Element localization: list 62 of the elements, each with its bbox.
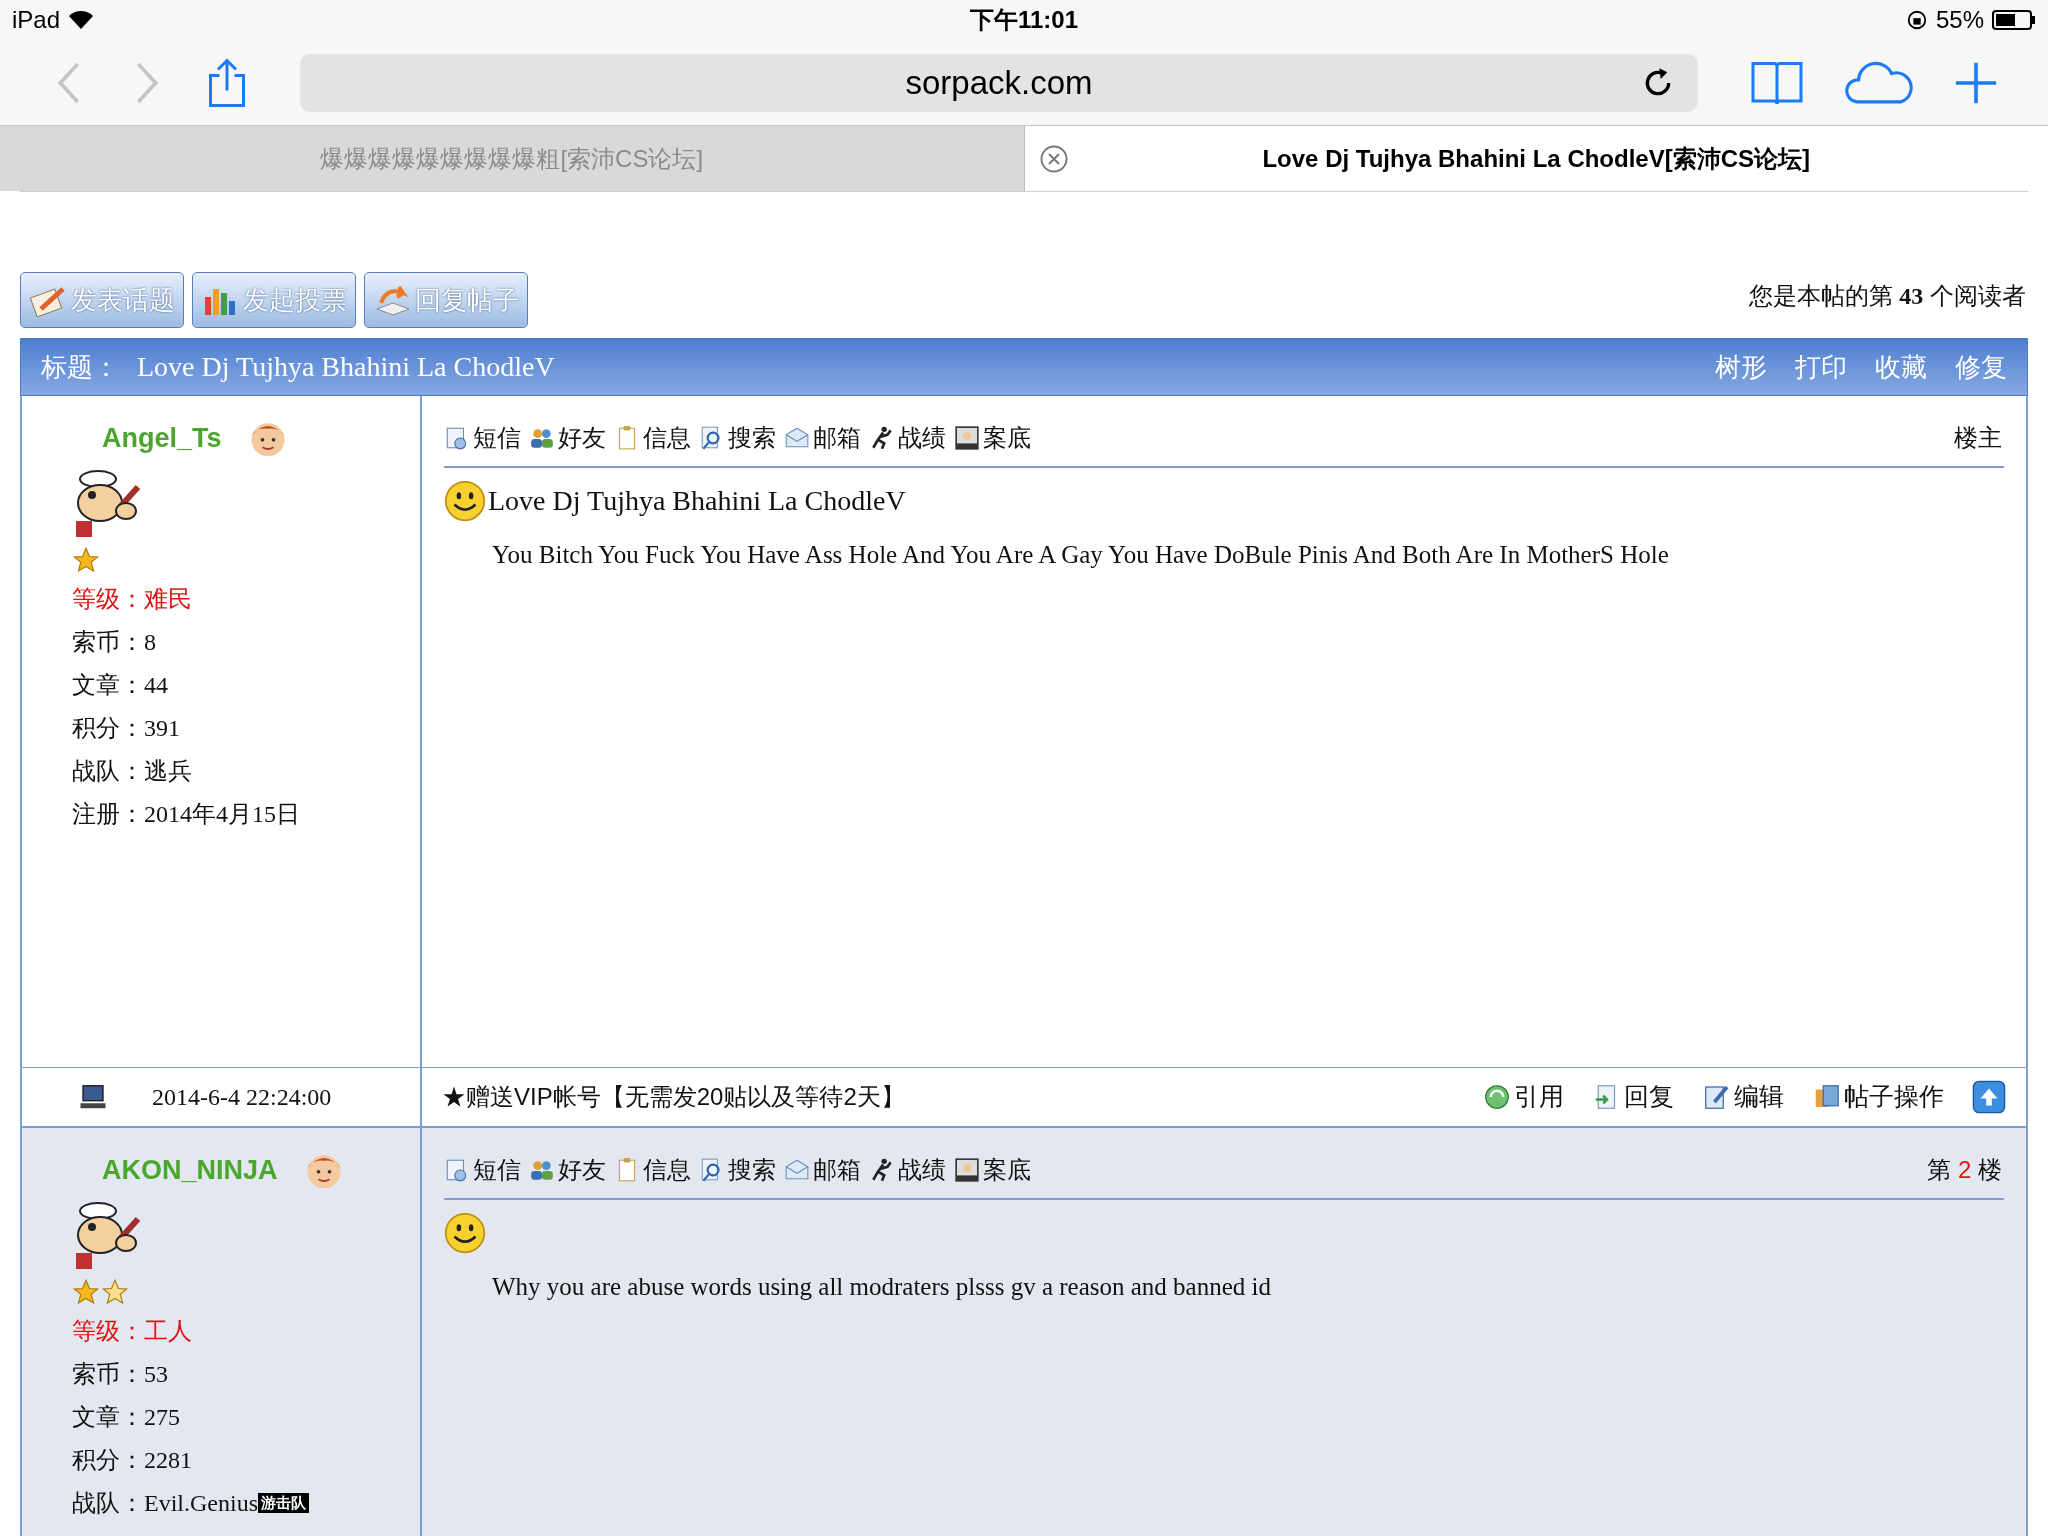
profile-tool-link[interactable]: 案底	[954, 420, 1031, 456]
device-name: iPad	[12, 5, 61, 35]
smiley-icon	[444, 1212, 486, 1254]
profile-tool-link[interactable]: 案底	[954, 1152, 1031, 1188]
profile-field: 积分：2281	[72, 1442, 192, 1478]
profile-field: 索币：53	[72, 1356, 168, 1392]
wifi-icon	[68, 10, 95, 30]
post-date: 2014-6-4 22:24:00	[152, 1083, 332, 1112]
post-action-link[interactable]: 帖子操作	[1812, 1078, 1944, 1116]
profile-tool-link[interactable]: 战绩	[869, 1152, 946, 1188]
profile-tool-link[interactable]: 好友	[529, 1152, 606, 1188]
rank-text: 等级：难民	[72, 584, 193, 614]
star-icon	[101, 1278, 129, 1306]
profile-tool-link[interactable]: 短信	[444, 420, 521, 456]
browser-tab[interactable]: Love Dj Tujhya Bhahini La ChodleV[索沛CS论坛]	[1024, 126, 2048, 191]
post-action-link[interactable]: 回复	[1592, 1078, 1674, 1116]
profile-tool-link[interactable]: 战绩	[869, 420, 946, 456]
profile-field: 文章：275	[72, 1399, 180, 1435]
star-icon	[72, 1278, 100, 1306]
floor-label: 楼主	[1954, 423, 2003, 453]
post-title: Love Dj Tujhya Bhahini La ChodleV	[488, 484, 906, 518]
running-figure-icon	[869, 425, 895, 451]
profile-tool-link[interactable]: 短信	[444, 1152, 521, 1188]
profile-tool-link[interactable]: 信息	[614, 420, 691, 456]
add-icon[interactable]	[1954, 60, 1998, 105]
address-bar[interactable]: sorpack.com	[300, 53, 1698, 112]
framed-portrait-icon	[954, 1157, 980, 1183]
scroll-top-icon[interactable]	[1972, 1080, 2006, 1114]
profile-tool-link[interactable]: 邮箱	[784, 420, 861, 456]
smiley-icon	[444, 480, 486, 522]
thread-title: 标题： Love Dj Tujhya Bhahini La ChodleV	[41, 350, 555, 384]
refresh-globe-icon	[1482, 1082, 1512, 1112]
profile-field: 战队：逃兵	[72, 753, 192, 789]
post-body: You Bitch You Fuck You Have Ass Hole And You Are A Gay You Have DoBule Pinis And Both Are In MotherS Hole	[491, 540, 1670, 570]
profile-tool-link[interactable]: 信息	[614, 1152, 691, 1188]
profile-field: 文章：44	[72, 667, 168, 703]
profile-tool-link[interactable]: 邮箱	[784, 1152, 861, 1188]
close-icon[interactable]	[1038, 143, 1069, 174]
share-icon[interactable]	[206, 56, 248, 109]
rotation-lock-icon	[1905, 9, 1928, 31]
floor-label: 第 2 楼	[1927, 1155, 2003, 1185]
profile-field: 注册：2014年4月15日	[72, 796, 300, 832]
battery-percent: 55%	[1935, 5, 1984, 35]
profile-field: 战队：Evil.Genius	[72, 1485, 258, 1521]
post-action-link[interactable]: 引用	[1482, 1078, 1564, 1116]
rank-text: 等级：工人	[72, 1316, 193, 1346]
profile-tool-link[interactable]: 搜索	[699, 1152, 776, 1188]
vip-notice-link[interactable]: ★赠送VIP帐号【无需发20贴以及等待2天】	[442, 1079, 905, 1115]
running-figure-icon	[869, 1157, 895, 1183]
post-body: Why you are abuse words using all modraters plsss gv a reason and banned id	[491, 1272, 1272, 1302]
star-icon	[72, 546, 100, 574]
profile-field: 索币：8	[72, 624, 156, 660]
clock-time: 下午11:01	[969, 5, 1079, 35]
cloud-icon[interactable]	[1844, 60, 1914, 105]
profile-tool-link[interactable]: 搜索	[699, 420, 776, 456]
reader-count: 您是本帖的第 43 个阅读者	[1748, 281, 2027, 311]
post-action-link[interactable]: 编辑	[1702, 1078, 1784, 1116]
framed-portrait-icon	[954, 425, 980, 451]
profile-tool-link[interactable]: 好友	[529, 420, 606, 456]
profile-field: 积分：391	[72, 710, 180, 746]
battery-icon	[1992, 10, 2036, 30]
team-badge: 游击队	[258, 1493, 309, 1513]
